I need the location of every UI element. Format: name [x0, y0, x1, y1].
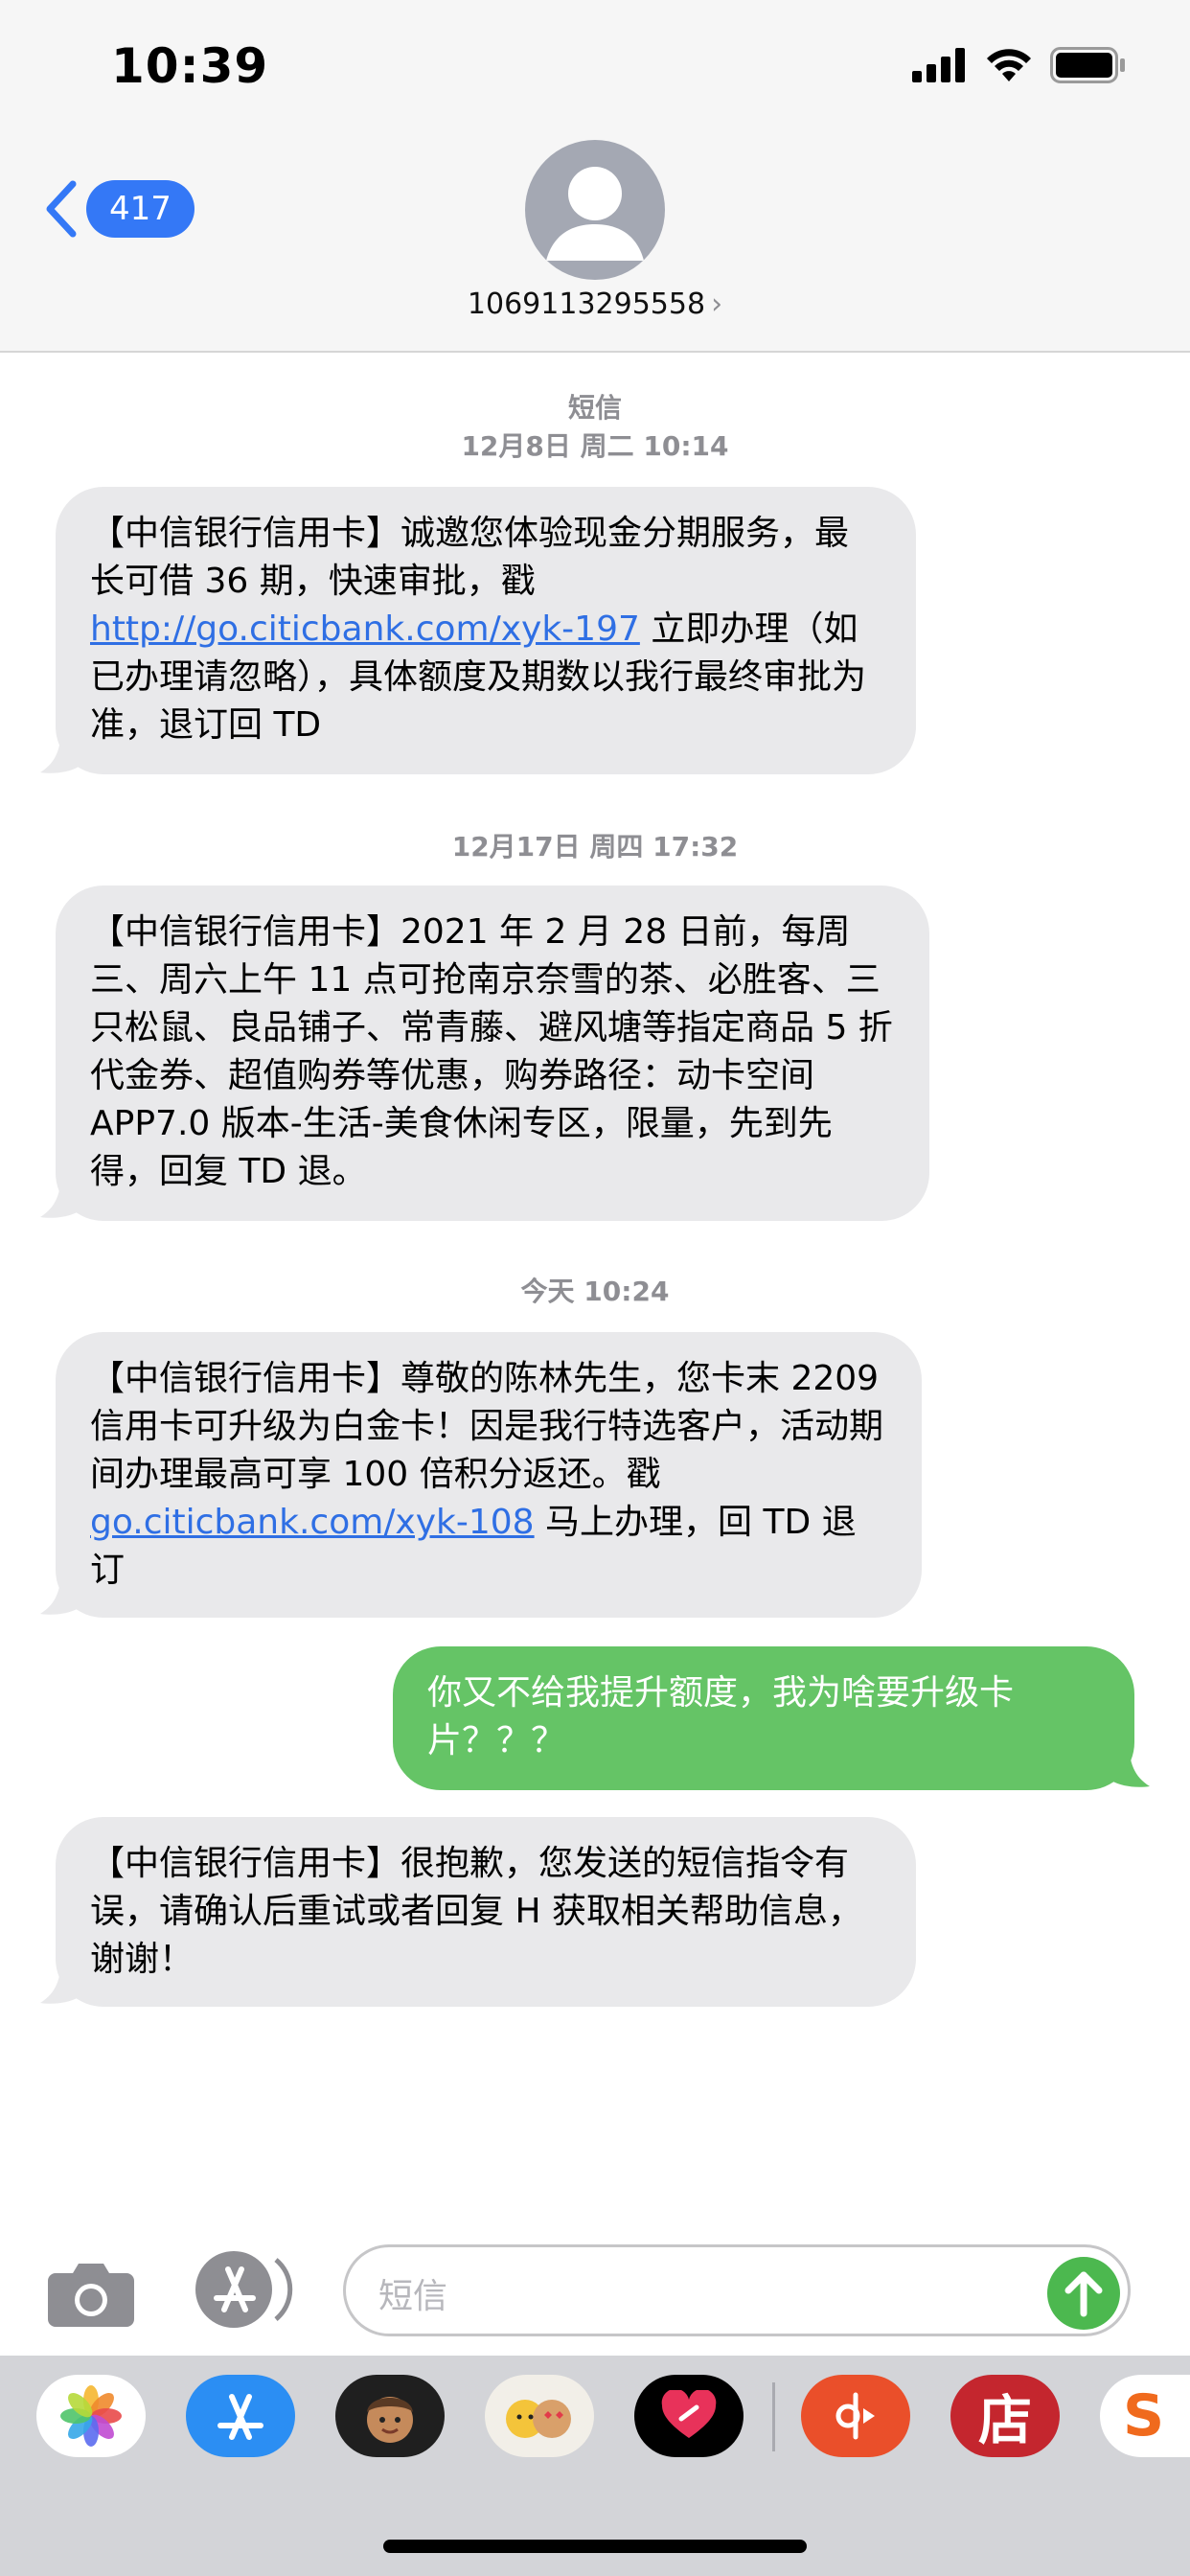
home-indicator[interactable]: [383, 2540, 807, 2553]
incoming-message-bubble[interactable]: 【中信银行信用卡】尊敬的陈林先生，您卡末 2209 信用卡可升级为白金卡！因是我…: [56, 1332, 922, 1618]
contact-name-button[interactable]: 1069113295558 ›: [0, 288, 1190, 321]
message-input-placeholder: 短信: [378, 2277, 448, 2316]
unread-count-badge: 417: [86, 180, 195, 238]
message-text: 你又不给我提升额度，我为啥要升级卡片？？？: [427, 1673, 1015, 1760]
message-text: 【中信银行信用卡】很抱歉，您发送的短信指令有误，请确认后重试或者回复 H 获取相…: [90, 1844, 862, 1979]
app-store-icon[interactable]: [186, 2375, 295, 2457]
service-label: 短信: [567, 392, 622, 424]
back-button[interactable]: 417: [42, 180, 195, 238]
person-icon: [546, 167, 644, 261]
status-time: 10:39: [111, 38, 269, 94]
signal-icon: [912, 48, 965, 82]
photos-icon[interactable]: [36, 2375, 146, 2457]
memoji-icon[interactable]: [335, 2375, 445, 2457]
chevron-left-icon: [46, 180, 77, 238]
status-icons: [912, 46, 1127, 84]
store-app-label: 店: [978, 2389, 1032, 2452]
arrow-up-icon: [1064, 2271, 1103, 2317]
wifi-icon: [987, 49, 1031, 81]
conversation-header: 417 1069113295558 ›: [0, 134, 1190, 353]
incoming-message-bubble[interactable]: 【中信银行信用卡】很抱歉，您发送的短信指令有误，请确认后重试或者回复 H 获取相…: [56, 1817, 916, 2007]
contact-avatar[interactable]: [525, 140, 665, 280]
message-link[interactable]: http://go.citicbank.com/xyk-197: [90, 610, 640, 649]
outgoing-message-bubble[interactable]: 你又不给我提升额度，我为啥要升级卡片？？？: [393, 1646, 1134, 1790]
timestamp: 今天 10:24: [520, 1276, 670, 1307]
message-text: 【中信银行信用卡】诚邀您体验现金分期服务，最长可借 36 期，快速审批，戳: [90, 514, 850, 601]
camera-icon[interactable]: [46, 2260, 136, 2329]
incoming-message-bubble[interactable]: 【中信银行信用卡】诚邀您体验现金分期服务，最长可借 36 期，快速审批，戳 ht…: [56, 487, 916, 774]
input-bar: 短信: [0, 2221, 1190, 2356]
sogou-app-icon[interactable]: S: [1100, 2375, 1190, 2457]
contact-number: 1069113295558: [467, 288, 706, 321]
app-divider: [772, 2382, 775, 2451]
status-bar: 10:39: [0, 0, 1190, 134]
app-drawer: 店 S: [0, 2356, 1190, 2576]
message-text: 【中信银行信用卡】2021 年 2 月 28 日前，每周三、周六上午 11 点可…: [90, 912, 893, 1191]
message-link[interactable]: go.citicbank.com/xyk-108: [90, 1503, 535, 1542]
send-button[interactable]: [1047, 2257, 1120, 2330]
digital-touch-icon[interactable]: [634, 2375, 744, 2457]
store-app-icon[interactable]: 店: [950, 2375, 1060, 2457]
battery-icon: [1050, 47, 1125, 83]
sogou-app-label: S: [1123, 2382, 1165, 2450]
app-store-icon[interactable]: [194, 2250, 295, 2329]
timestamp: 12月17日 周四 17:32: [451, 831, 739, 862]
message-text: 【中信银行信用卡】尊敬的陈林先生，您卡末 2209 信用卡可升级为白金卡！因是我…: [90, 1359, 884, 1494]
memoji-stickers-icon[interactable]: [485, 2375, 594, 2457]
timestamp: 12月8日 周二 10:14: [461, 430, 729, 462]
message-input[interactable]: 短信: [343, 2244, 1131, 2336]
incoming-message-bubble[interactable]: 【中信银行信用卡】2021 年 2 月 28 日前，每周三、周六上午 11 点可…: [56, 886, 929, 1221]
music-app-icon[interactable]: [801, 2375, 910, 2457]
chevron-right-icon: ›: [711, 288, 723, 321]
